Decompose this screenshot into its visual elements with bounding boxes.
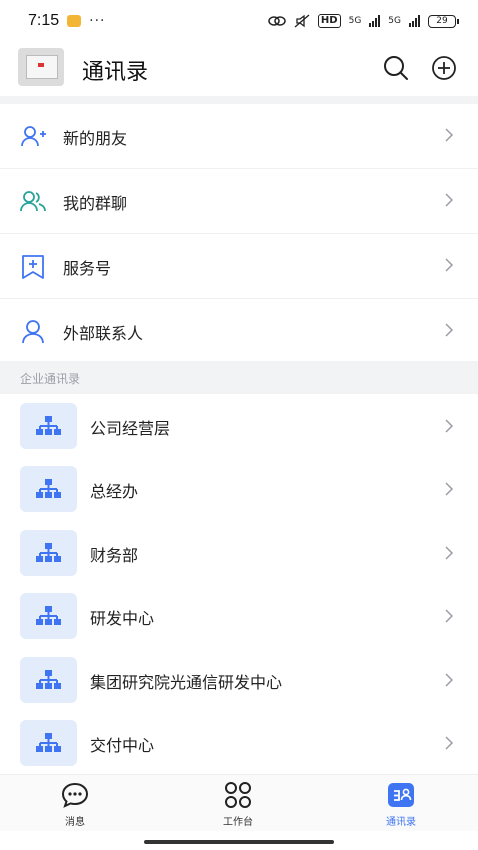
home-indicator[interactable] [144, 840, 334, 844]
header: 通讯录 [0, 42, 478, 94]
department-icon-box [20, 593, 77, 640]
chevron-right-icon [445, 128, 454, 142]
chevron-right-icon [445, 419, 454, 433]
department-label: 总经办 [90, 482, 139, 502]
avatar-image-detail [38, 63, 44, 67]
department-icon-box [20, 719, 77, 766]
tab-messages[interactable]: 消息 [30, 781, 120, 831]
tab-label: 消息 [65, 817, 85, 828]
section-header-enterprise-contacts: 企业通讯录 [0, 361, 478, 394]
page-title: 通讯录 [82, 60, 149, 85]
chevron-right-icon [445, 193, 454, 207]
department-label: 研发中心 [90, 609, 155, 629]
notification-icon [67, 15, 82, 27]
org-chart-icon [36, 732, 61, 752]
department-icon-box [20, 403, 77, 449]
chevron-right-icon [445, 258, 454, 272]
department-label: 公司经营层 [90, 419, 171, 438]
chevron-right-icon [445, 736, 454, 750]
quick-entry-list: 新的朋友 我的群聊 服务号 外部联系人 [0, 104, 478, 363]
more-notifications-icon: ··· [89, 13, 106, 29]
signal-icon-2 [409, 15, 420, 27]
avatar-image [26, 55, 58, 79]
department-item[interactable]: 研发中心 [0, 584, 478, 647]
message-icon [61, 782, 89, 808]
department-item[interactable]: 总经办 [0, 457, 478, 520]
department-item[interactable]: 交付中心 [0, 711, 478, 774]
link-icon [268, 16, 286, 26]
search-button[interactable] [382, 54, 410, 82]
chevron-right-icon [445, 609, 454, 623]
department-label: 集团研究院光通信研发中心 [90, 672, 283, 692]
org-chart-icon [36, 479, 61, 499]
tab-label: 通讯录 [386, 817, 416, 828]
status-bar: 7:15 ··· HD 5G 5G 29 [0, 0, 478, 42]
list-item-service-accounts[interactable]: 服务号 [0, 234, 478, 299]
tab-label: 工作台 [223, 817, 253, 828]
department-label: 交付中心 [90, 735, 155, 755]
mute-icon [294, 14, 310, 28]
avatar[interactable] [18, 48, 64, 86]
list-item-external-contacts[interactable]: 外部联系人 [0, 299, 478, 363]
org-chart-icon [36, 606, 61, 626]
list-item-group-chats[interactable]: 我的群聊 [0, 169, 478, 234]
department-list: 公司经营层 总经办 财务部 研发中心 集团研究院光通信研发中心 交付中心 [0, 394, 478, 774]
header-divider [0, 96, 478, 104]
battery-icon: 29 [428, 14, 459, 28]
bottom-tab-bar: 消息 工作台 通讯录 [0, 774, 478, 831]
department-icon-box [20, 466, 77, 513]
department-item[interactable]: 公司经营层 [0, 394, 478, 457]
external-contact-icon [22, 320, 44, 344]
chevron-right-icon [445, 323, 454, 337]
list-item-label: 我的群聊 [63, 194, 128, 213]
add-friend-icon [21, 126, 46, 147]
signal-icon [369, 15, 381, 27]
chevron-right-icon [445, 546, 454, 560]
status-left: 7:15 ··· [28, 12, 106, 30]
department-label: 财务部 [90, 545, 139, 565]
tab-contacts[interactable]: 通讯录 [356, 781, 446, 831]
status-right: HD 5G 5G 29 [268, 14, 459, 28]
section-title: 企业通讯录 [20, 372, 81, 386]
list-item-label: 服务号 [63, 259, 112, 278]
workbench-icon [225, 782, 251, 808]
add-button[interactable] [430, 54, 458, 82]
service-account-icon [22, 255, 44, 279]
org-chart-icon [36, 669, 61, 689]
chevron-right-icon [445, 673, 454, 687]
list-item-new-friends[interactable]: 新的朋友 [0, 104, 478, 169]
chevron-right-icon [445, 482, 454, 496]
list-item-label: 外部联系人 [63, 324, 144, 343]
org-chart-icon [36, 416, 61, 435]
department-icon-box [20, 656, 77, 703]
department-item[interactable]: 集团研究院光通信研发中心 [0, 648, 478, 711]
signal-5g-label: 5G [348, 16, 362, 26]
status-time: 7:15 [28, 12, 60, 29]
tab-workbench[interactable]: 工作台 [193, 781, 283, 831]
department-item[interactable]: 财务部 [0, 521, 478, 584]
department-icon-box [20, 529, 77, 576]
search-icon [384, 56, 408, 80]
signal-5g-label-2: 5G [388, 16, 401, 26]
contacts-icon [388, 783, 414, 807]
plus-circle-icon [432, 56, 456, 80]
org-chart-icon [36, 542, 61, 562]
group-chat-icon [20, 191, 46, 212]
list-item-label: 新的朋友 [63, 129, 128, 148]
hd-icon: HD [317, 14, 341, 28]
